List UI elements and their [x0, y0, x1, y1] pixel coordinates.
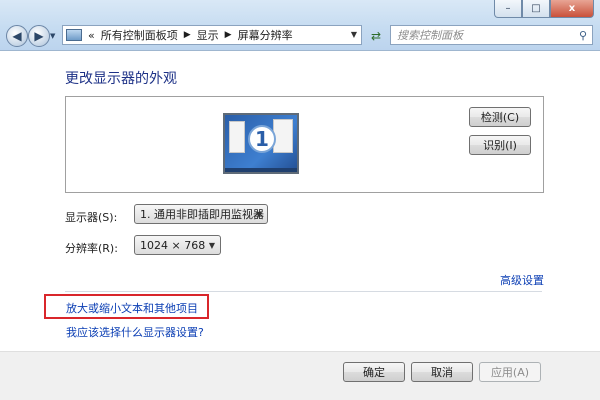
monitor-window-thumb [273, 119, 293, 153]
search-icon[interactable]: ⚲ [579, 29, 587, 42]
breadcrumb-resolution[interactable]: 屏幕分辨率 [238, 27, 293, 43]
refresh-button[interactable]: ⇄ [364, 25, 388, 47]
back-arrow-icon: ◀ [12, 29, 22, 43]
monitor-thumbnail[interactable]: 1 [223, 113, 299, 174]
detect-button[interactable]: 检测(C) [469, 107, 531, 127]
apply-button[interactable]: 应用(A) [479, 362, 541, 382]
page-title: 更改显示器的外观 [65, 71, 177, 87]
monitor-taskbar [225, 168, 297, 172]
breadcrumb-separator-icon[interactable]: ▶ [184, 30, 191, 40]
cancel-button[interactable]: 取消 [411, 362, 473, 382]
monitor-number-badge: 1 [248, 125, 276, 153]
resolution-label: 分辨率(R): [65, 242, 118, 255]
address-bar[interactable]: « 所有控制面板项 ▶ 显示 ▶ 屏幕分辨率 ▼ [62, 25, 362, 45]
monitor-preview-area: 1 检测(C) 识别(I) [65, 96, 544, 193]
monitor-window-thumb [229, 121, 245, 153]
display-select-value: 1. 通用非即插即用监视器 [140, 208, 264, 221]
recent-pages-dropdown[interactable]: ▼ [50, 32, 58, 40]
dialog-footer: 确定 取消 应用(A) [0, 351, 600, 400]
refresh-icon: ⇄ [370, 29, 382, 43]
ok-button[interactable]: 确定 [343, 362, 405, 382]
minimize-button[interactable]: – [494, 0, 522, 18]
text-size-link[interactable]: 放大或缩小文本和其他项目 [66, 300, 198, 316]
resolution-select[interactable]: 1024 × 768 ▼ [134, 235, 221, 255]
search-box[interactable]: 搜索控制面板 ⚲ [390, 25, 593, 45]
window-chrome: – □ x ◀ ▶ ▼ « 所有控制面板项 ▶ 显示 ▶ 屏幕分辨率 ▼ ⇄ 搜… [0, 0, 600, 51]
maximize-button[interactable]: □ [522, 0, 550, 18]
forward-button[interactable]: ▶ [28, 25, 50, 47]
breadcrumb-all-items[interactable]: 所有控制面板项 [101, 27, 178, 43]
display-label: 显示器(S): [65, 211, 118, 224]
forward-arrow-icon: ▶ [34, 29, 44, 43]
display-select[interactable]: 1. 通用非即插即用监视器 ▼ [134, 204, 268, 224]
divider [65, 291, 542, 292]
back-button[interactable]: ◀ [6, 25, 28, 47]
window-controls: – □ x [494, 0, 594, 18]
advanced-settings-link[interactable]: 高级设置 [500, 272, 544, 288]
search-input[interactable]: 搜索控制面板 [397, 27, 463, 43]
address-dropdown-icon[interactable]: ▼ [351, 30, 357, 39]
breadcrumb-display[interactable]: 显示 [197, 27, 219, 43]
identify-button[interactable]: 识别(I) [469, 135, 531, 155]
breadcrumb-overflow[interactable]: « [88, 29, 95, 42]
resolution-select-value: 1024 × 768 [140, 238, 206, 252]
chevron-down-icon: ▼ [208, 241, 215, 250]
content-pane: 更改显示器的外观 1 检测(C) 识别(I) 显示器(S): 1. 通用非即插即… [0, 51, 600, 400]
control-panel-icon [66, 29, 82, 41]
breadcrumb-separator-icon[interactable]: ▶ [225, 30, 232, 40]
display-help-link[interactable]: 我应该选择什么显示器设置? [66, 324, 204, 340]
close-button[interactable]: x [550, 0, 594, 18]
screen-resolution-window: – □ x ◀ ▶ ▼ « 所有控制面板项 ▶ 显示 ▶ 屏幕分辨率 ▼ ⇄ 搜… [0, 0, 600, 400]
chevron-down-icon: ▼ [255, 210, 262, 219]
